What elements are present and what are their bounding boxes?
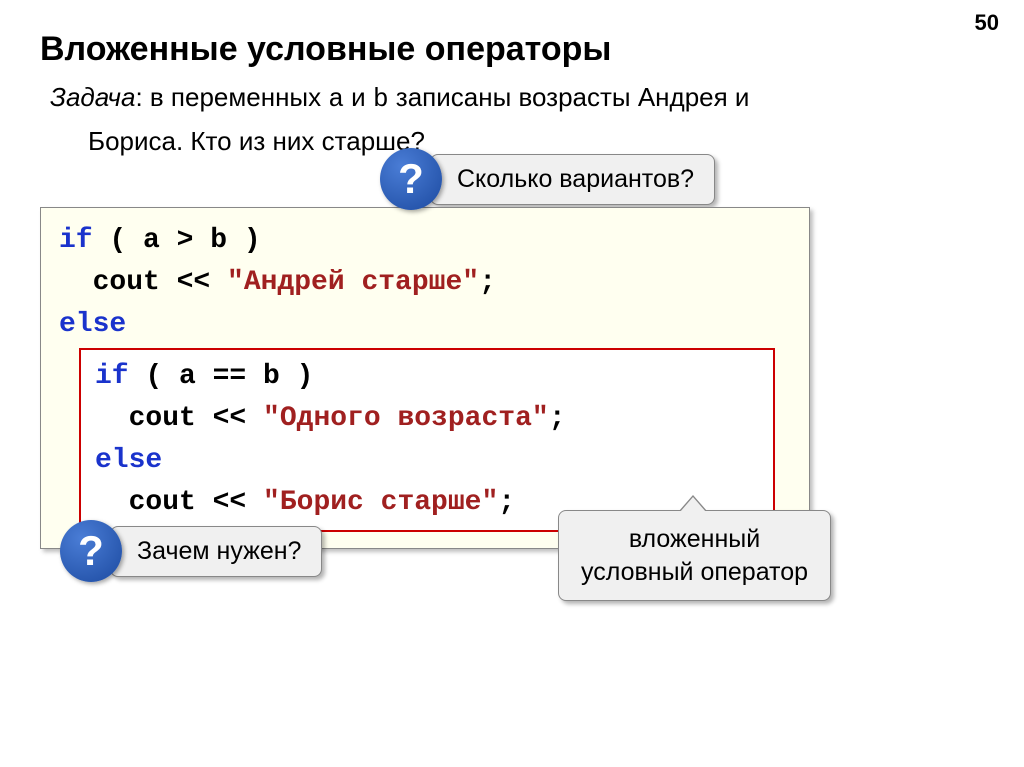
slide-heading: Вложенные условные операторы <box>40 30 984 69</box>
keyword-else: else <box>95 445 162 476</box>
callout-text: Сколько вариантов? <box>430 154 715 205</box>
string-literal: "Борис старше" <box>263 487 498 518</box>
problem-line-1: Задача: в переменных a и b записаны возр… <box>50 81 984 117</box>
code-line: if ( a == b ) <box>95 356 759 398</box>
question-icon: ? <box>60 520 122 582</box>
page-number: 50 <box>975 10 999 36</box>
variable-b: b <box>373 84 389 114</box>
code-line: cout << "Одного возраста"; <box>95 398 759 440</box>
text-part: : в переменных <box>135 82 328 112</box>
callout-line: условный оператор <box>581 556 808 589</box>
code-text: ; <box>479 267 496 298</box>
callout-variants: ? Сколько вариантов? <box>380 148 715 210</box>
text-part: записаны возрасты Андрея и <box>389 82 750 112</box>
string-literal: "Одного возраста" <box>263 403 549 434</box>
code-line: cout << "Андрей старше"; <box>59 262 791 304</box>
code-line: if ( a > b ) <box>59 220 791 262</box>
code-block-inner: if ( a == b ) cout << "Одного возраста";… <box>79 348 775 532</box>
code-line: else <box>95 440 759 482</box>
callout-why: ? Зачем нужен? <box>60 520 322 582</box>
callout-text: Зачем нужен? <box>110 526 322 577</box>
keyword-if: if <box>59 225 93 256</box>
code-text: cout << <box>95 403 263 434</box>
code-text: cout << <box>95 487 263 518</box>
code-text: ; <box>498 487 515 518</box>
problem-label: Задача <box>50 82 135 112</box>
variable-a: a <box>328 84 344 114</box>
callout-nested-operator: вложенный условный оператор <box>558 510 831 601</box>
code-text: cout << <box>59 267 227 298</box>
callout-line: вложенный <box>581 523 808 556</box>
text-part: и <box>344 82 373 112</box>
keyword-else: else <box>59 309 126 340</box>
string-literal: "Андрей старше" <box>227 267 479 298</box>
code-text: ; <box>549 403 566 434</box>
code-line: else <box>59 304 791 346</box>
question-icon: ? <box>380 148 442 210</box>
keyword-if: if <box>95 361 129 392</box>
